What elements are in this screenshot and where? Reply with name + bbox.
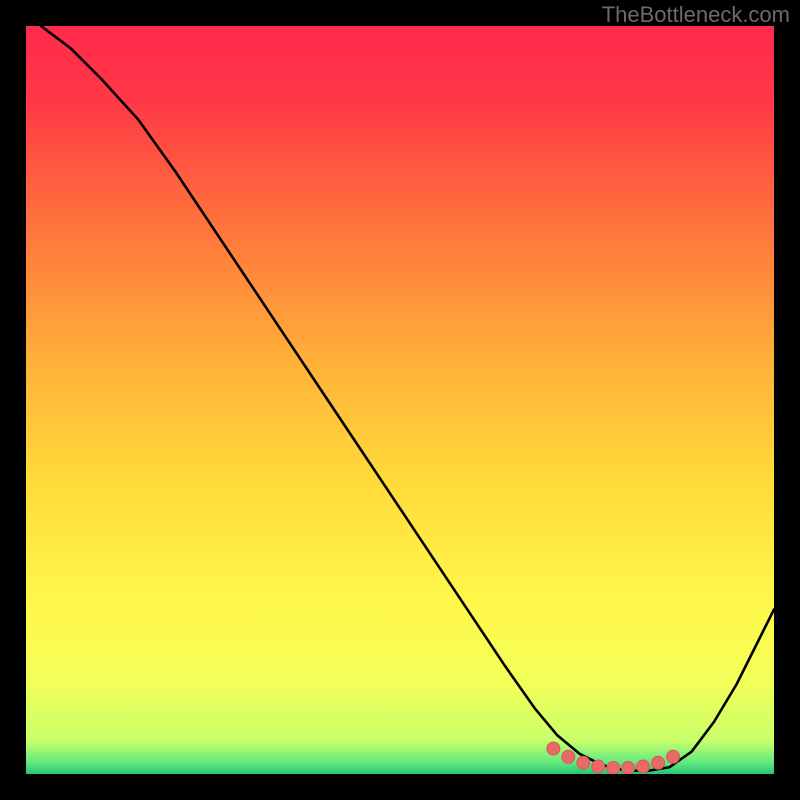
marker-dot xyxy=(667,750,680,763)
marker-dot xyxy=(607,762,620,774)
marker-dot xyxy=(622,762,635,774)
marker-dot xyxy=(577,756,590,769)
marker-dot xyxy=(592,760,605,773)
chart-svg xyxy=(26,26,774,774)
watermark-text: TheBottleneck.com xyxy=(602,2,790,28)
gradient-background xyxy=(26,26,774,774)
bottleneck-chart xyxy=(26,26,774,774)
marker-dot xyxy=(637,760,650,773)
marker-dot xyxy=(547,742,560,755)
marker-dot xyxy=(652,756,665,769)
chart-container: TheBottleneck.com xyxy=(0,0,800,800)
marker-dot xyxy=(562,750,575,763)
